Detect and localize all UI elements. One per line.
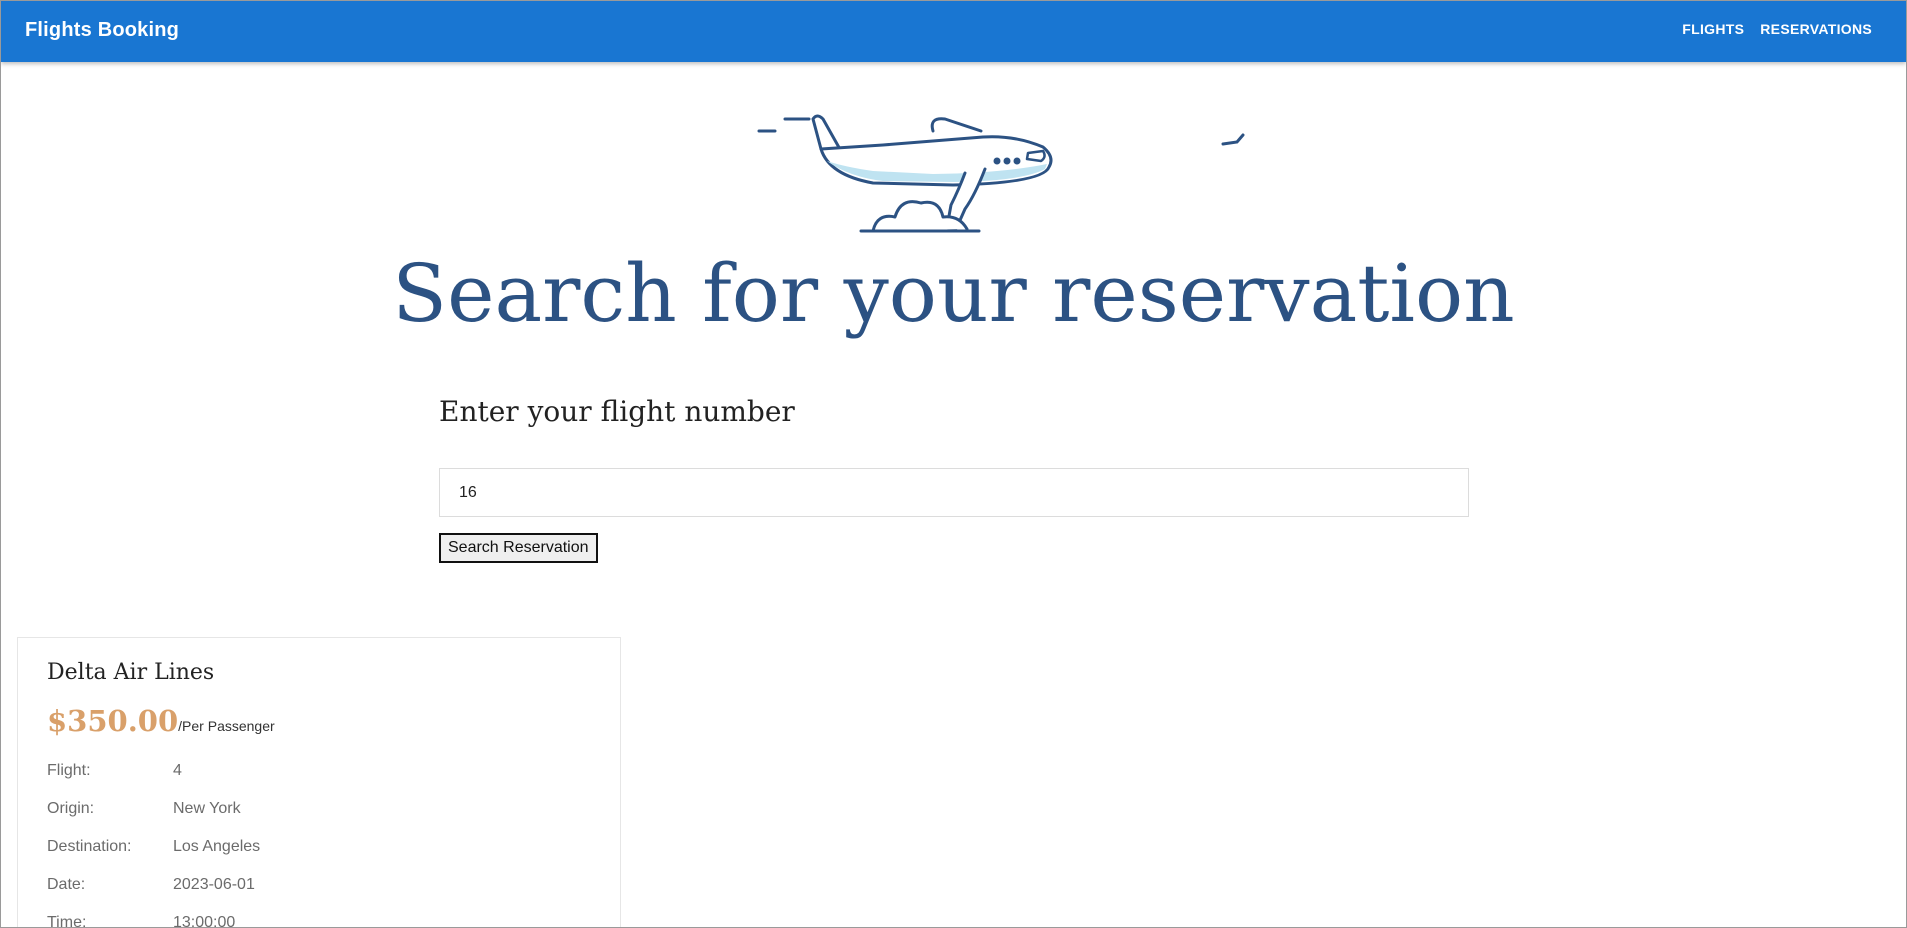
detail-row-destination: Destination: Los Angeles	[47, 838, 260, 876]
detail-key: Flight:	[47, 762, 91, 779]
flight-result-card: Delta Air Lines $350.00/Per Passenger Fl…	[17, 637, 621, 928]
detail-key: Time:	[47, 914, 87, 928]
detail-row-time: Time: 13:00:00	[47, 914, 260, 928]
price-line: $350.00/Per Passenger	[47, 704, 275, 738]
detail-value: New York	[173, 800, 241, 817]
detail-value: 2023-06-01	[173, 876, 255, 893]
detail-value: 13:00:00	[173, 914, 236, 928]
detail-value: 4	[173, 762, 182, 779]
flight-number-label: Enter your flight number	[439, 395, 795, 428]
detail-row-flight: Flight: 4	[47, 762, 260, 800]
flight-number-input[interactable]	[439, 468, 1469, 517]
price-suffix: /Per Passenger	[178, 718, 275, 734]
detail-value: Los Angeles	[173, 838, 261, 855]
detail-key: Origin:	[47, 800, 95, 817]
search-reservation-button[interactable]: Search Reservation	[439, 533, 598, 563]
detail-row-origin: Origin: New York	[47, 800, 260, 838]
nav-flights-link[interactable]: FLIGHTS	[1682, 21, 1744, 37]
flight-details: Flight: 4 Origin: New York Destination: …	[47, 762, 260, 928]
nav-reservations-link[interactable]: RESERVATIONS	[1760, 21, 1872, 37]
page-title: Search for your reservation	[392, 247, 1515, 340]
top-navbar: Flights Booking FLIGHTS RESERVATIONS	[1, 1, 1906, 62]
detail-row-date: Date: 2023-06-01	[47, 876, 260, 914]
nav-links: FLIGHTS RESERVATIONS	[1682, 21, 1872, 37]
browser-viewport: Flights Booking FLIGHTS RESERVATIONS Sea…	[0, 0, 1907, 928]
brand-link[interactable]: Flights Booking	[25, 19, 179, 42]
detail-key: Destination:	[47, 838, 132, 855]
airline-name: Delta Air Lines	[47, 660, 215, 685]
detail-key: Date:	[47, 876, 86, 893]
airplane-illustration-icon	[757, 114, 1245, 233]
price-value: $350.00	[47, 704, 179, 738]
